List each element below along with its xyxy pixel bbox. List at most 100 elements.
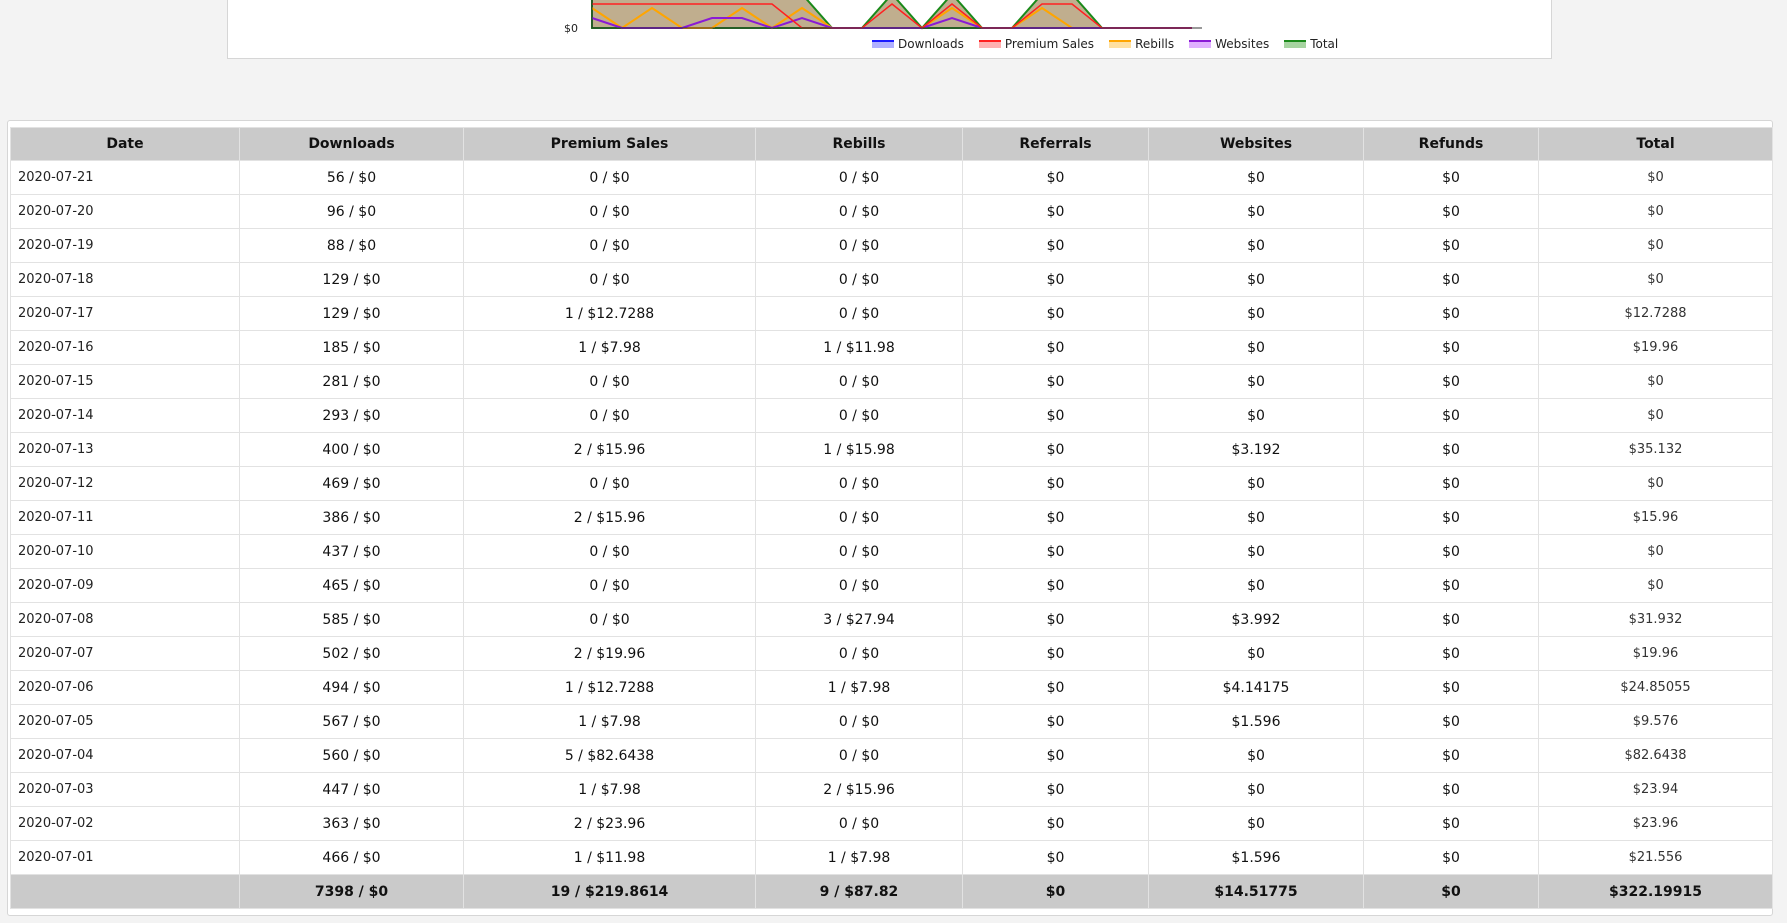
table-row: 2020-07-05 567 / $0 1 / $7.98 0 / $0 $0 $1.59…	[10, 704, 1773, 739]
column-header-date: Date	[10, 127, 240, 161]
cell-refunds: $0	[1363, 364, 1539, 399]
cell-rebills: 1 / $7.98	[755, 670, 963, 705]
cell-websites: $0	[1148, 228, 1364, 263]
cell-date: 2020-07-09	[10, 568, 240, 603]
table-row: 2020-07-11 386 / $0 2 / $15.96 0 / $0 $0 $0 $0…	[10, 500, 1773, 535]
cell-rebills: 0 / $0	[755, 500, 963, 535]
cell-downloads: 502 / $0	[239, 636, 464, 671]
cell-date: 2020-07-16	[10, 330, 240, 365]
cell-referrals: $0	[962, 738, 1149, 773]
total-cell-rebills: 9 / $87.82	[755, 874, 963, 909]
cell-referrals: $0	[962, 330, 1149, 365]
table-row: 2020-07-21 56 / $0 0 / $0 0 / $0 $0 $0 $0 $0	[10, 160, 1773, 195]
cell-refunds: $0	[1363, 262, 1539, 297]
cell-total: $19.96	[1538, 636, 1773, 671]
cell-premium-sales: 1 / $7.98	[463, 704, 756, 739]
cell-rebills: 0 / $0	[755, 636, 963, 671]
legend-label: Downloads	[898, 37, 964, 51]
cell-downloads: 447 / $0	[239, 772, 464, 807]
legend-swatch	[1284, 40, 1307, 48]
cell-referrals: $0	[962, 466, 1149, 501]
cell-websites: $1.596	[1148, 704, 1364, 739]
cell-date: 2020-07-04	[10, 738, 240, 773]
cell-downloads: 560 / $0	[239, 738, 464, 773]
stats-table-panel: Date Downloads Premium Sales Rebills Referra…	[7, 120, 1773, 916]
cell-total: $15.96	[1538, 500, 1773, 535]
legend-item-websites[interactable]: Websites	[1189, 37, 1269, 51]
cell-websites: $4.14175	[1148, 670, 1364, 705]
legend-swatch	[1109, 40, 1132, 48]
cell-referrals: $0	[962, 398, 1149, 433]
column-header-rebills: Rebills	[755, 127, 963, 161]
cell-referrals: $0	[962, 534, 1149, 569]
cell-premium-sales: 2 / $23.96	[463, 806, 756, 841]
cell-rebills: 2 / $15.96	[755, 772, 963, 807]
cell-rebills: 0 / $0	[755, 568, 963, 603]
cell-total: $0	[1538, 262, 1773, 297]
cell-rebills: 0 / $0	[755, 806, 963, 841]
cell-total: $24.85055	[1538, 670, 1773, 705]
cell-websites: $0	[1148, 296, 1364, 331]
table-row: 2020-07-17 129 / $0 1 / $12.7288 0 / $0 $0 $0…	[10, 296, 1773, 331]
cell-total: $21.556	[1538, 840, 1773, 875]
cell-date: 2020-07-10	[10, 534, 240, 569]
cell-rebills: 1 / $7.98	[755, 840, 963, 875]
cell-websites: $0	[1148, 262, 1364, 297]
legend-label: Total	[1310, 37, 1339, 51]
cell-websites: $0	[1148, 364, 1364, 399]
cell-downloads: 96 / $0	[239, 194, 464, 229]
legend-item-rebills[interactable]: Rebills	[1109, 37, 1174, 51]
cell-rebills: 0 / $0	[755, 398, 963, 433]
table-row: 2020-07-14 293 / $0 0 / $0 0 / $0 $0 $0 $0 $0	[10, 398, 1773, 433]
cell-websites: $0	[1148, 568, 1364, 603]
cell-referrals: $0	[962, 194, 1149, 229]
cell-referrals: $0	[962, 364, 1149, 399]
cell-downloads: 56 / $0	[239, 160, 464, 195]
cell-websites: $1.596	[1148, 840, 1364, 875]
cell-premium-sales: 1 / $7.98	[463, 772, 756, 807]
cell-total: $0	[1538, 364, 1773, 399]
table-row: 2020-07-01 466 / $0 1 / $11.98 1 / $7.98 $0 $…	[10, 840, 1773, 875]
legend-item-total[interactable]: Total	[1284, 37, 1338, 51]
cell-date: 2020-07-14	[10, 398, 240, 433]
cell-date: 2020-07-20	[10, 194, 240, 229]
cell-refunds: $0	[1363, 568, 1539, 603]
cell-total: $0	[1538, 534, 1773, 569]
cell-total: $35.132	[1538, 432, 1773, 467]
column-header-downloads: Downloads	[239, 127, 464, 161]
cell-total: $0	[1538, 398, 1773, 433]
cell-total: $23.94	[1538, 772, 1773, 807]
chart-panel: $0 Downloads Premium Sales Rebills Websites…	[227, 0, 1552, 59]
total-cell-premium-sales: 19 / $219.8614	[463, 874, 756, 909]
cell-total: $23.96	[1538, 806, 1773, 841]
cell-rebills: 0 / $0	[755, 228, 963, 263]
cell-websites: $0	[1148, 534, 1364, 569]
cell-refunds: $0	[1363, 296, 1539, 331]
cell-downloads: 466 / $0	[239, 840, 464, 875]
cell-date: 2020-07-12	[10, 466, 240, 501]
cell-refunds: $0	[1363, 534, 1539, 569]
legend-item-downloads[interactable]: Downloads	[872, 37, 964, 51]
cell-total: $19.96	[1538, 330, 1773, 365]
table-header-row: Date Downloads Premium Sales Rebills Referra…	[10, 127, 1773, 161]
cell-downloads: 494 / $0	[239, 670, 464, 705]
cell-referrals: $0	[962, 160, 1149, 195]
cell-rebills: 1 / $15.98	[755, 432, 963, 467]
cell-premium-sales: 0 / $0	[463, 228, 756, 263]
stats-table: Date Downloads Premium Sales Rebills Referra…	[10, 127, 1773, 909]
table-row: 2020-07-10 437 / $0 0 / $0 0 / $0 $0 $0 $0 $0	[10, 534, 1773, 569]
cell-websites: $0	[1148, 194, 1364, 229]
cell-refunds: $0	[1363, 602, 1539, 637]
cell-downloads: 465 / $0	[239, 568, 464, 603]
cell-premium-sales: 0 / $0	[463, 262, 756, 297]
table-row: 2020-07-13 400 / $0 2 / $15.96 1 / $15.98 $0…	[10, 432, 1773, 467]
cell-websites: $0	[1148, 466, 1364, 501]
total-cell-date	[10, 874, 240, 909]
cell-date: 2020-07-03	[10, 772, 240, 807]
table-row: 2020-07-16 185 / $0 1 / $7.98 1 / $11.98 $0 $…	[10, 330, 1773, 365]
cell-premium-sales: 0 / $0	[463, 160, 756, 195]
cell-rebills: 3 / $27.94	[755, 602, 963, 637]
cell-websites: $0	[1148, 500, 1364, 535]
legend-item-premium-sales[interactable]: Premium Sales	[978, 37, 1094, 51]
legend-label: Rebills	[1135, 37, 1175, 51]
